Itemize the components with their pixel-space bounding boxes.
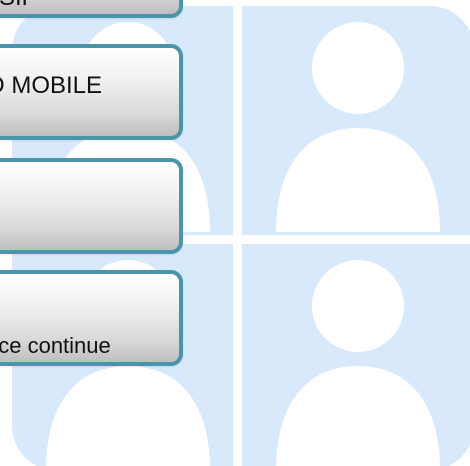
person-icon <box>276 22 440 232</box>
mobile-label: O MOBILE <box>0 72 103 99</box>
call-menu: SIP O MOBILE nce continue <box>0 0 190 466</box>
sip-label: SIP <box>0 0 38 12</box>
continue-button[interactable]: nce continue <box>0 270 183 366</box>
mobile-button[interactable]: O MOBILE <box>0 44 183 140</box>
participant-tile <box>250 244 460 466</box>
sip-button[interactable]: SIP <box>0 0 183 18</box>
person-icon <box>276 260 440 466</box>
screen: SIP O MOBILE nce continue <box>0 0 470 466</box>
continue-label: nce continue <box>0 333 111 358</box>
blank-button[interactable] <box>0 158 183 254</box>
participant-tile <box>250 6 460 232</box>
